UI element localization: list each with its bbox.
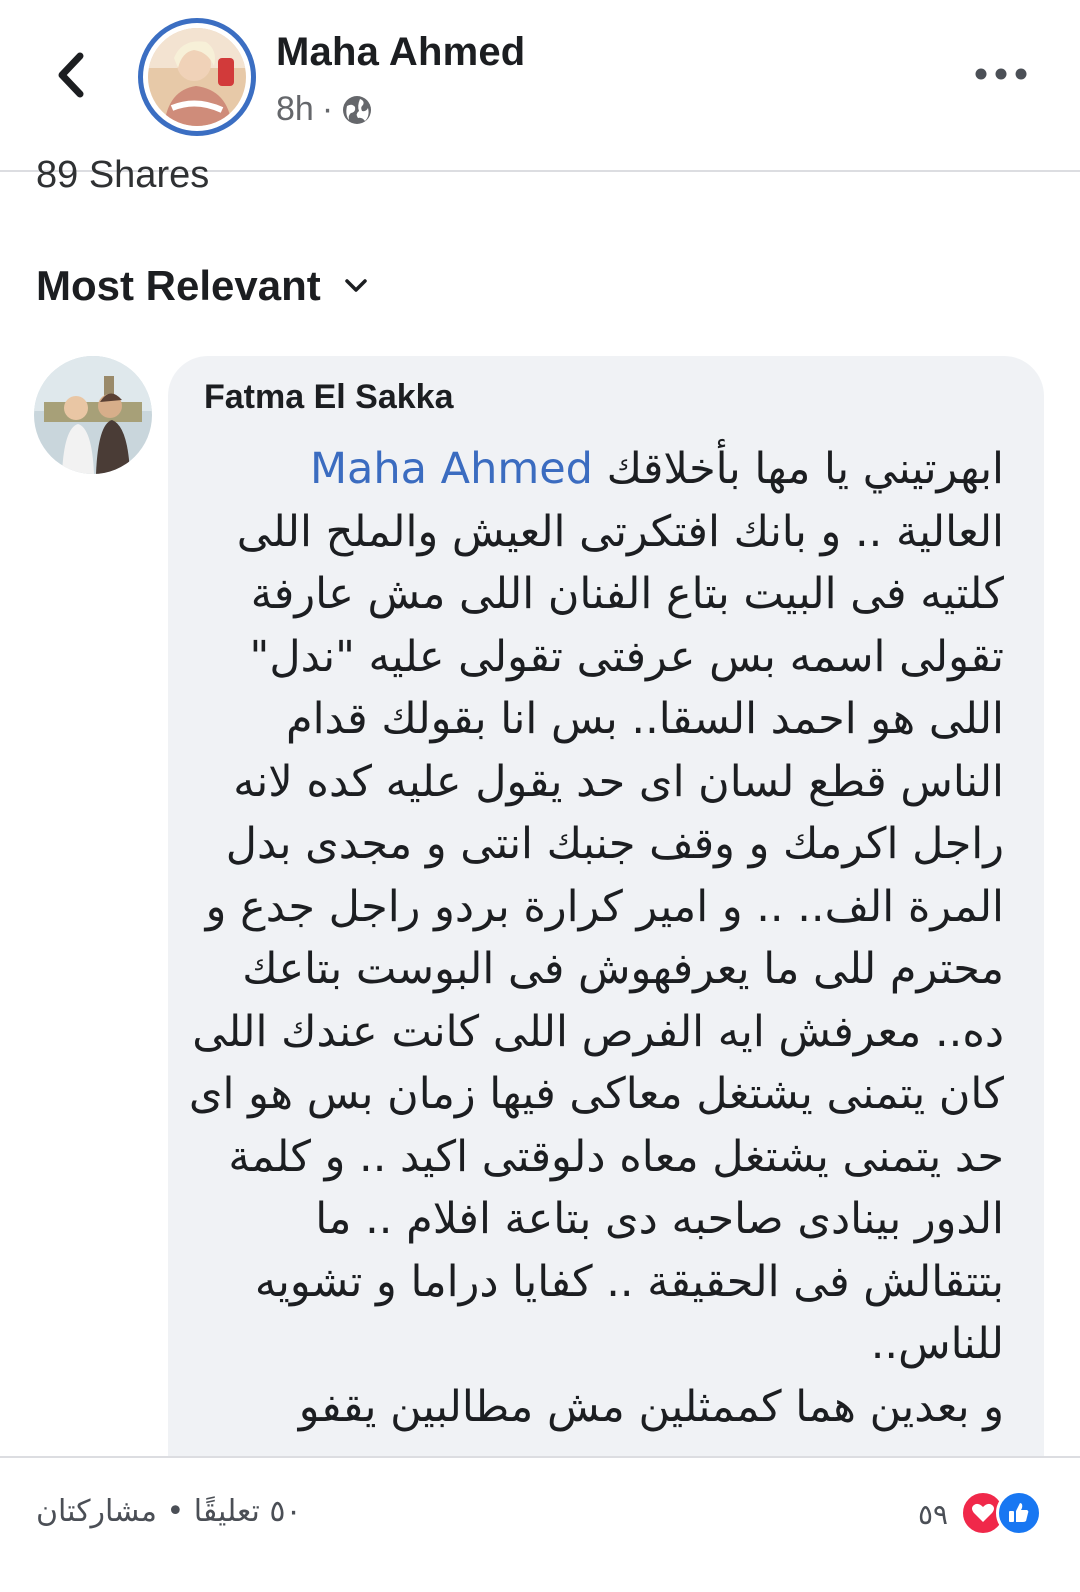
comment-line: تقولى اسمه بس عرفتى تقولى عليه "ندل" bbox=[249, 631, 1004, 682]
post-header: Maha Ahmed 8h · bbox=[0, 0, 1080, 172]
sort-label: Most Relevant bbox=[36, 262, 321, 309]
chevron-left-icon bbox=[58, 52, 84, 98]
shares-count[interactable]: 89 Shares bbox=[36, 154, 209, 197]
comment-line: و بعدين هما كممثلين مش مطالبين يقفو bbox=[298, 1381, 1004, 1432]
poster-avatar[interactable] bbox=[138, 18, 256, 136]
reaction-icons[interactable] bbox=[960, 1488, 1050, 1544]
comment-line: ده.. معرفش ايه الفرص اللى كانت عندك اللى bbox=[192, 1006, 1004, 1057]
comment-line: كان يتمنى يشتغل معاكى فيها زمان بس هو اى bbox=[188, 1069, 1004, 1119]
comment-line: محترم للى ما يعرفهوش فى البوست بتاعك bbox=[242, 944, 1004, 994]
comment-line: راجل اكرمك و وقف جنبك انتى و مجدى بدل bbox=[225, 819, 1004, 869]
commenter-avatar[interactable] bbox=[34, 356, 152, 474]
chevron-down-icon bbox=[344, 279, 367, 292]
commenter-name[interactable]: Fatma El Sakka bbox=[204, 378, 453, 417]
comment-line: العالية .. و بانك افتكرتى العيش والملح ا… bbox=[236, 506, 1004, 557]
poster-name[interactable]: Maha Ahmed bbox=[276, 30, 525, 75]
mention-link[interactable]: Maha Ahmed bbox=[310, 444, 593, 494]
more-options-button[interactable] bbox=[966, 52, 1036, 96]
comment-line: حد يتمنى يشتغل معاه دلوقتى اكيد .. و كلم… bbox=[228, 1131, 1004, 1182]
more-icon bbox=[975, 68, 1027, 80]
comment-line: ابهرتيني يا مها بأخلاقك Maha Ahmed bbox=[194, 438, 1004, 501]
comment-line-text: ابهرتيني يا مها بأخلاقك bbox=[606, 444, 1004, 494]
reaction-count[interactable]: ٥٩ bbox=[918, 1498, 948, 1531]
comment-text: ابهرتيني يا مها بأخلاقك Maha Ahmed العال… bbox=[188, 438, 1004, 1438]
post-time[interactable]: 8h bbox=[276, 90, 314, 129]
back-button[interactable] bbox=[40, 40, 100, 110]
comment-sort-dropdown[interactable]: Most Relevant bbox=[36, 262, 369, 310]
comment-line: للناس.. bbox=[870, 1319, 1004, 1369]
comment-line: الدور بينادى صاحبه دى بتاعة افلام .. ما bbox=[315, 1194, 1004, 1244]
post-footer: ٥٠ تعليقًا • مشاركتان ٥٩ bbox=[0, 1456, 1080, 1592]
comment-line: كلتيه فى البيت بتاع الفنان اللى مش عارفة bbox=[250, 569, 1004, 619]
meta-separator: · bbox=[321, 90, 334, 128]
comment-line: الناس قطع لسان اى حد يقول عليه كده لانه bbox=[233, 756, 1004, 807]
like-icon bbox=[996, 1490, 1042, 1536]
comment-line: اللى هو احمد السقا.. بس انا بقولك قدام bbox=[285, 694, 1004, 744]
comment-bubble: Fatma El Sakka ابهرتيني يا مها بأخلاقك M… bbox=[168, 356, 1044, 1506]
poster-photo bbox=[148, 28, 246, 126]
post-meta: 8h · bbox=[276, 90, 373, 129]
post-comments-screen: Maha Ahmed 8h · 89 Shares Most Relevant bbox=[0, 0, 1080, 1592]
globe-icon bbox=[343, 95, 372, 124]
comment-line: بتتقالش فى الحقيقة .. كفايا دراما و تشوي… bbox=[254, 1256, 1004, 1307]
comments-shares-count[interactable]: ٥٠ تعليقًا • مشاركتان bbox=[36, 1494, 302, 1529]
comment-line: المرة الف.. .. و امير كرارة بردو راجل جد… bbox=[205, 881, 1004, 932]
